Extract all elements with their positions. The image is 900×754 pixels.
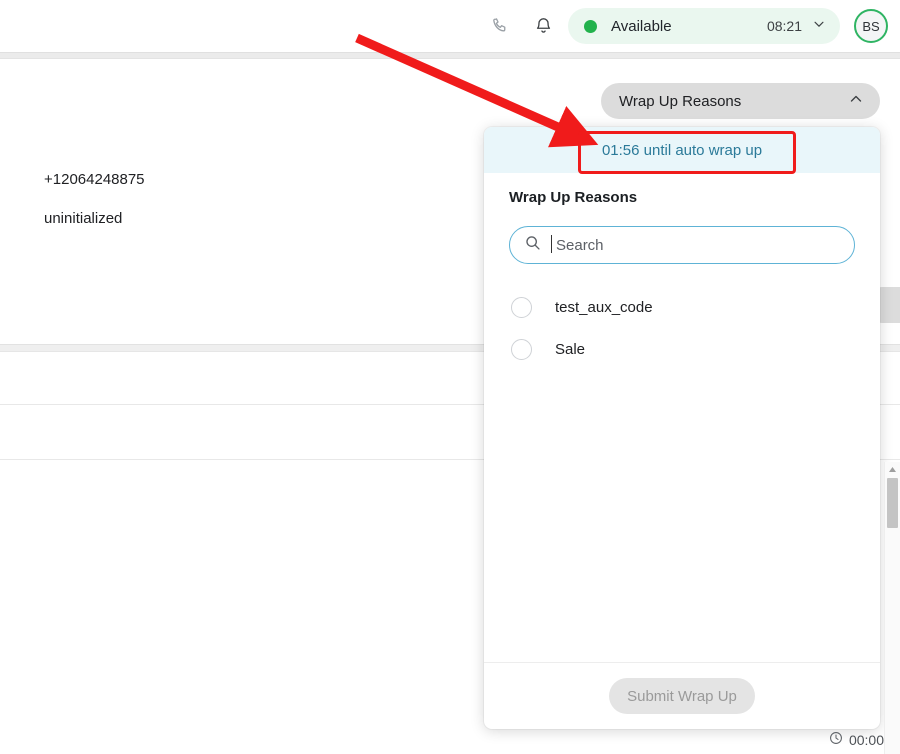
call-duration-timer: 00:00 (829, 731, 884, 748)
list-item[interactable]: test_aux_code (484, 286, 880, 328)
scrollbar[interactable] (884, 462, 900, 754)
wrapup-reasons-trigger-label: Wrap Up Reasons (619, 92, 742, 110)
scrollbar-thumb[interactable] (887, 478, 898, 528)
list-item-label: test_aux_code (555, 298, 653, 316)
clock-icon (829, 731, 843, 748)
submit-wrapup-button[interactable]: Submit Wrap Up (609, 678, 755, 714)
phone-icon[interactable] (484, 9, 518, 43)
radio-button[interactable] (511, 338, 532, 360)
list-item-label: Sale (555, 340, 586, 358)
avatar-initials: BS (862, 18, 880, 34)
triangle-up-icon[interactable] (885, 462, 900, 476)
header-divider (0, 52, 900, 59)
bell-icon[interactable] (526, 9, 560, 43)
wrapup-reasons-popup: 01:56 until auto wrap up Wrap Up Reasons… (484, 127, 880, 729)
chevron-up-icon[interactable] (848, 91, 864, 112)
status-label: Available (611, 17, 672, 35)
wrapup-reasons-trigger[interactable]: Wrap Up Reasons (601, 83, 880, 119)
list-item[interactable]: Sale (484, 328, 880, 370)
popup-title: Wrap Up Reasons (509, 189, 638, 206)
call-duration-value: 00:00 (848, 731, 884, 748)
call-phone-number: +12064248875 (44, 171, 145, 188)
search-input[interactable]: Search (509, 226, 855, 264)
popup-footer: Submit Wrap Up (484, 662, 880, 729)
agent-status-pill[interactable]: Available 08:21 (568, 8, 840, 44)
status-timer: 08:21 (766, 18, 802, 34)
search-placeholder: Search (551, 234, 604, 254)
chevron-down-icon[interactable] (812, 17, 826, 36)
search-icon (524, 234, 542, 257)
status-dot (584, 19, 597, 33)
radio-button[interactable] (511, 296, 532, 318)
avatar[interactable]: BS (854, 9, 888, 43)
wrapup-reason-list: test_aux_code Sale (484, 286, 880, 662)
annotation-highlight-box (578, 131, 796, 174)
top-header-bar: Available 08:21 BS (0, 0, 900, 52)
call-state-label: uninitialized (44, 210, 123, 227)
